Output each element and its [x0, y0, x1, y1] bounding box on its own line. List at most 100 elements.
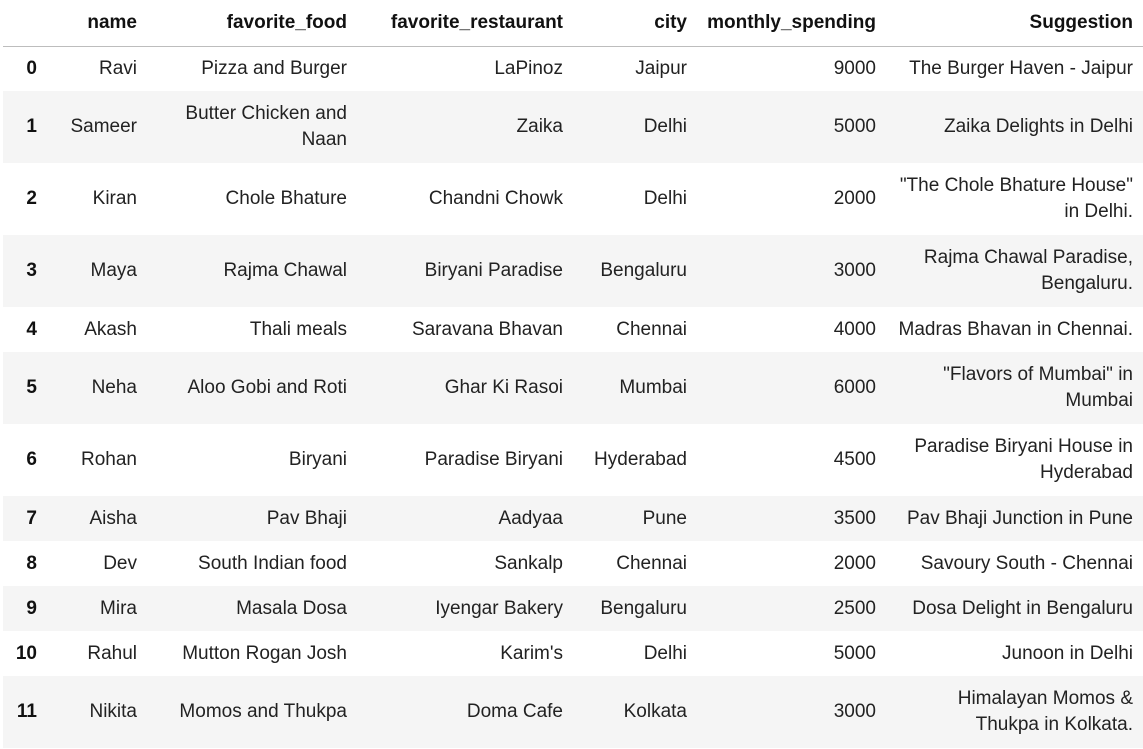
table-row: 0 Ravi Pizza and Burger LaPinoz Jaipur 9…: [3, 46, 1143, 91]
cell-name: Rahul: [87, 642, 137, 664]
cell-favorite-food: Pav Bhaji: [266, 507, 347, 529]
cell-city: Bengaluru: [600, 597, 687, 619]
cell-monthly-spending: 2000: [833, 552, 876, 574]
cell-name: Nikita: [89, 701, 137, 722]
cell-favorite-restaurant: LaPinoz: [494, 57, 563, 79]
cell-favorite-restaurant: Aadyaa: [498, 507, 563, 529]
cell-city: Delhi: [643, 642, 687, 664]
row-index: 9: [26, 597, 37, 619]
cell-favorite-food: Rajma Chawal: [223, 260, 347, 281]
cell-favorite-food: Masala Dosa: [236, 597, 347, 619]
row-index: 4: [26, 318, 37, 340]
cell-favorite-food: Chole Bhature: [225, 188, 347, 209]
header-monthly-spending: monthly_spending: [697, 0, 886, 47]
cell-favorite-restaurant: Sankalp: [494, 552, 563, 574]
row-index: 3: [26, 260, 37, 281]
cell-favorite-restaurant: Zaika: [516, 116, 563, 137]
cell-monthly-spending: 4000: [833, 318, 876, 340]
cell-suggestion: Dosa Delight in Bengaluru: [912, 597, 1133, 619]
cell-name: Maya: [90, 260, 137, 281]
cell-city: Bengaluru: [600, 260, 687, 281]
header-index: [3, 0, 47, 47]
cell-city: Jaipur: [635, 57, 687, 79]
cell-suggestion: Madras Bhavan in Chennai.: [898, 318, 1133, 340]
cell-name: Kiran: [92, 188, 137, 209]
cell-monthly-spending: 5000: [833, 642, 876, 664]
table-row: 2 Kiran Chole Bhature Chandni Chowk Delh…: [3, 163, 1143, 235]
row-index: 5: [26, 377, 37, 398]
cell-city: Delhi: [643, 116, 687, 137]
row-index: 1: [26, 116, 37, 137]
row-index: 6: [26, 449, 37, 470]
table-row: 3 Maya Rajma Chawal Biryani Paradise Ben…: [3, 235, 1143, 307]
cell-suggestion: Paradise Biryani House in Hyderabad: [914, 436, 1133, 483]
cell-city: Pune: [642, 507, 687, 529]
cell-city: Kolkata: [623, 701, 687, 722]
cell-name: Dev: [103, 552, 137, 574]
row-index: 0: [26, 57, 37, 79]
cell-monthly-spending: 2000: [833, 188, 876, 209]
table-row: 10 Rahul Mutton Rogan Josh Karim's Delhi…: [3, 631, 1143, 676]
table-row: 8 Dev South Indian food Sankalp Chennai …: [3, 541, 1143, 586]
cell-suggestion: Junoon in Delhi: [1002, 642, 1133, 664]
row-index: 10: [15, 642, 37, 664]
cell-city: Mumbai: [619, 377, 687, 398]
cell-monthly-spending: 6000: [833, 377, 876, 398]
cell-monthly-spending: 3500: [833, 507, 876, 529]
header-row: name favorite_food favorite_restaurant c…: [3, 0, 1143, 47]
cell-suggestion: "The Chole Bhature House" in Delhi.: [899, 175, 1133, 222]
table-row: 7 Aisha Pav Bhaji Aadyaa Pune 3500 Pav B…: [3, 496, 1143, 541]
dataframe-table: name favorite_food favorite_restaurant c…: [3, 0, 1143, 748]
header-name: name: [47, 0, 147, 47]
cell-favorite-restaurant: Iyengar Bakery: [435, 597, 563, 619]
cell-suggestion: The Burger Haven - Jaipur: [909, 57, 1133, 79]
cell-monthly-spending: 4500: [833, 449, 876, 470]
header-favorite-food: favorite_food: [147, 0, 357, 47]
cell-city: Hyderabad: [594, 449, 687, 470]
cell-name: Neha: [91, 377, 137, 398]
cell-monthly-spending: 3000: [833, 260, 876, 281]
table-body: 0 Ravi Pizza and Burger LaPinoz Jaipur 9…: [3, 46, 1143, 748]
cell-favorite-food: Mutton Rogan Josh: [182, 642, 347, 664]
table-row: 1 Sameer Butter Chicken and Naan Zaika D…: [3, 91, 1143, 163]
cell-name: Rohan: [81, 449, 137, 470]
table-row: 4 Akash Thali meals Saravana Bhavan Chen…: [3, 307, 1143, 352]
cell-favorite-restaurant: Doma Cafe: [466, 701, 563, 722]
row-index: 2: [26, 188, 37, 209]
cell-monthly-spending: 3000: [833, 701, 876, 722]
table-row: 9 Mira Masala Dosa Iyengar Bakery Bengal…: [3, 586, 1143, 631]
cell-monthly-spending: 5000: [833, 116, 876, 137]
cell-name: Akash: [84, 318, 137, 340]
cell-favorite-food: Butter Chicken and Naan: [185, 103, 347, 150]
row-index: 11: [16, 701, 37, 722]
header-favorite-restaurant: favorite_restaurant: [357, 0, 573, 47]
cell-suggestion: "Flavors of Mumbai" in Mumbai: [943, 364, 1133, 411]
cell-suggestion: Rajma Chawal Paradise, Bengaluru.: [923, 247, 1133, 294]
header-suggestion: Suggestion: [886, 0, 1143, 47]
cell-suggestion: Savoury South - Chennai: [920, 552, 1133, 574]
cell-favorite-food: South Indian food: [198, 552, 347, 574]
cell-suggestion: Pav Bhaji Junction in Pune: [906, 507, 1133, 529]
cell-favorite-food: Aloo Gobi and Roti: [187, 377, 348, 398]
row-index: 8: [26, 552, 37, 574]
cell-name: Sameer: [70, 116, 137, 137]
row-index: 7: [26, 507, 37, 529]
table-row: 5 Neha Aloo Gobi and Roti Ghar Ki Rasoi …: [3, 352, 1143, 424]
cell-favorite-food: Pizza and Burger: [201, 57, 347, 79]
header-city: city: [573, 0, 697, 47]
cell-suggestion: Zaika Delights in Delhi: [943, 116, 1133, 137]
cell-city: Delhi: [643, 188, 687, 209]
cell-favorite-food: Momos and Thukpa: [179, 701, 347, 722]
cell-favorite-food: Thali meals: [249, 318, 347, 340]
cell-favorite-restaurant: Chandni Chowk: [428, 188, 563, 209]
cell-city: Chennai: [616, 318, 687, 340]
cell-favorite-restaurant: Ghar Ki Rasoi: [444, 377, 563, 398]
table-header: name favorite_food favorite_restaurant c…: [3, 0, 1143, 47]
table-row: 11 Nikita Momos and Thukpa Doma Cafe Kol…: [3, 676, 1143, 748]
cell-favorite-restaurant: Paradise Biryani: [424, 449, 563, 470]
cell-name: Mira: [100, 597, 137, 619]
cell-favorite-restaurant: Karim's: [500, 642, 563, 664]
cell-monthly-spending: 9000: [833, 57, 876, 79]
cell-favorite-restaurant: Saravana Bhavan: [411, 318, 563, 340]
cell-name: Aisha: [89, 507, 137, 529]
